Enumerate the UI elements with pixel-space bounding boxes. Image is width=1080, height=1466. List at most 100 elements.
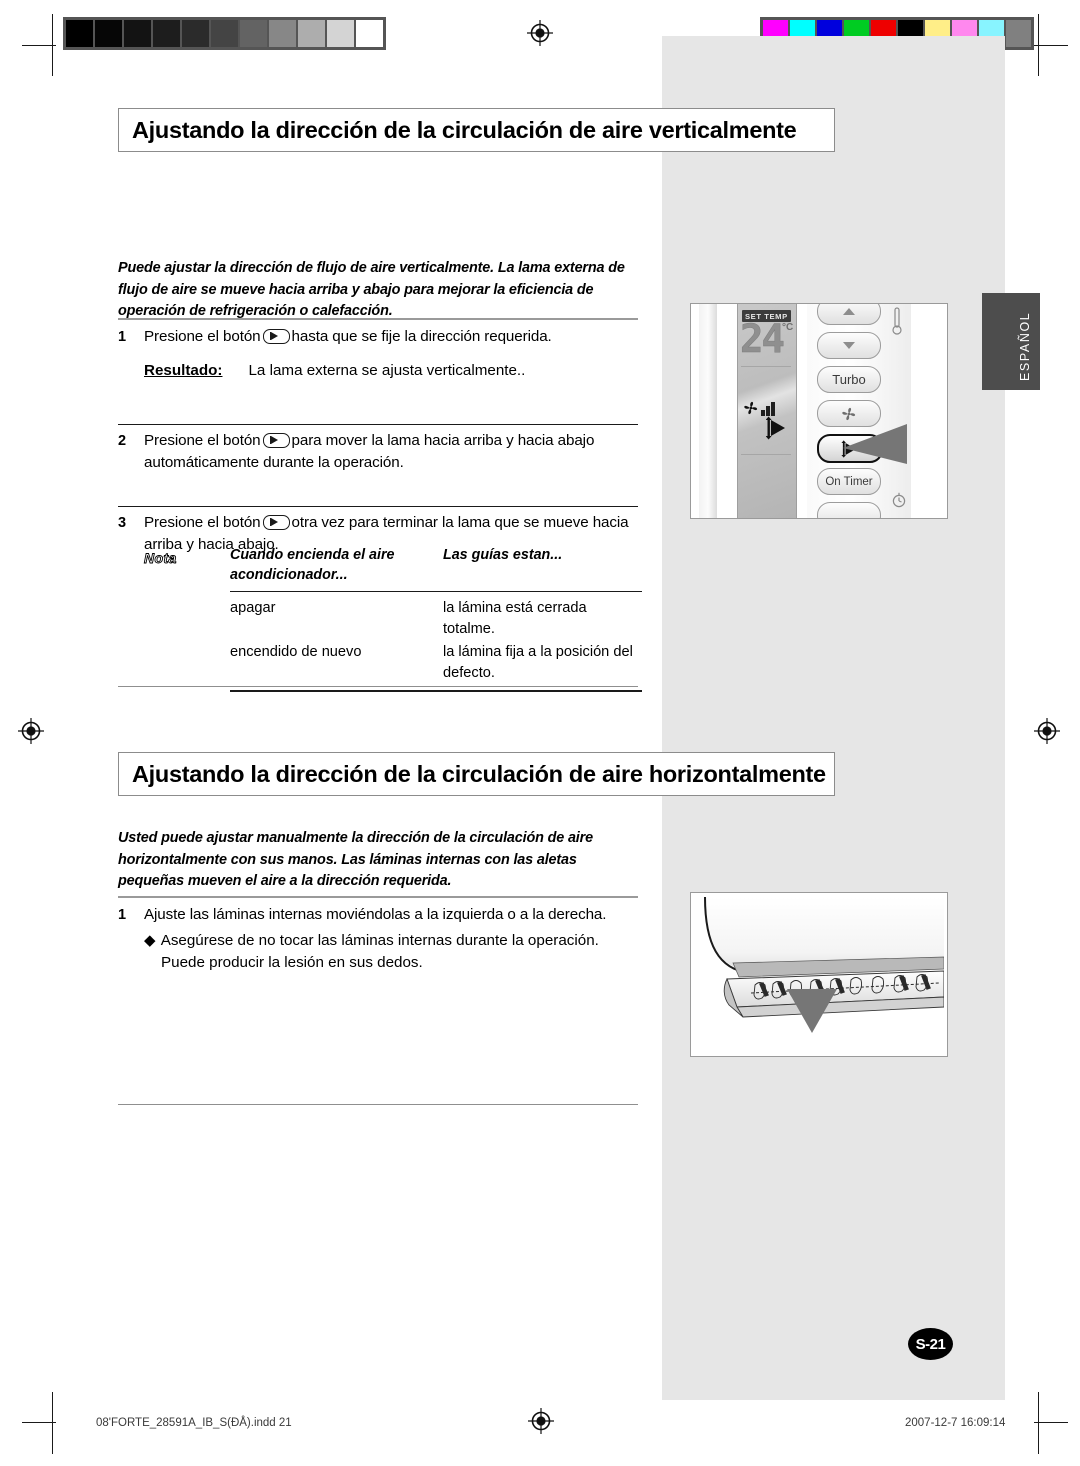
step-1-horizontal-number: 1 [118, 907, 127, 923]
remote-turbo-label: Turbo [832, 372, 866, 387]
step-1-text: Presione el botón hasta que se fije la di… [144, 326, 643, 348]
airflow-button-icon [262, 433, 290, 448]
footer-filename: 08'FORTE_28591A_IB_S(ĐÅ).indd 21 [96, 1417, 292, 1429]
lcd-temperature-value: 24 [740, 317, 785, 362]
grayscale-patch [240, 20, 267, 47]
step-2-vertical: 2 Presione el botón para mover la lama ha… [118, 430, 643, 474]
clock-icon [891, 492, 907, 513]
divider-bottom [118, 1104, 638, 1105]
divider-section-end [118, 686, 638, 687]
lcd-airflow-symbol [765, 416, 788, 445]
lcd-divider-bottom [741, 454, 791, 455]
step-3-text-after: otra vez para terminar la lama que se mu… [291, 514, 629, 531]
note-row-1-condition: encendido de nuevo [230, 644, 362, 661]
language-tab-label: ESPAÑOL [1018, 311, 1032, 381]
step-3-text-before: Presione el botón [144, 514, 261, 531]
lcd-temperature-unit: °C [782, 322, 794, 333]
indoor-unit-illustration [690, 892, 948, 1057]
section-title-vertical-text: Ajustando la dirección de la circulación… [132, 116, 797, 143]
grayscale-patch [269, 20, 296, 47]
grayscale-patch [153, 20, 180, 47]
remote-lcd-display: SET TEMP 24 °C [737, 304, 797, 518]
registration-mark-right [1034, 718, 1060, 744]
registration-mark-top [527, 20, 553, 46]
warning-bullet: ◆ Asegúrese de no tocar las láminas inter… [144, 930, 644, 974]
lcd-divider-top [741, 366, 791, 367]
note-header-result: Las guías estan... [443, 547, 563, 563]
footer-timestamp: 2007-12-7 16:09:14 [905, 1417, 1006, 1429]
lcd-fan-indicator [743, 400, 776, 416]
crop-mark-right-bottom [1038, 1392, 1039, 1454]
step-1-horizontal: 1 Ajuste las láminas internas moviéndola… [118, 904, 643, 926]
diamond-bullet-icon: ◆ [144, 932, 156, 949]
step-2-number: 2 [118, 433, 127, 449]
remote-extra-button[interactable] [817, 502, 881, 518]
crop-mark-bottom-right [1034, 1422, 1068, 1423]
triangle-up-icon [843, 308, 855, 315]
note-row-0-result: la lámina está cerrada totalme. [443, 600, 587, 638]
step-1-result: Resultado: La lama externa se ajusta ver… [144, 360, 525, 382]
grayscale-patch [327, 20, 354, 47]
indoor-unit-drawing [704, 896, 944, 1033]
crop-mark-top-right [1034, 45, 1068, 46]
result-label: Resultado: [144, 362, 223, 379]
divider-step-2 [118, 424, 638, 426]
airflow-button-icon [262, 329, 290, 344]
note-row-1-result: la lámina fija a la posición del defecto… [443, 644, 633, 682]
note-header-condition: Cuando encienda el aire acondicionador..… [230, 547, 395, 583]
fan-icon [744, 401, 758, 415]
remote-left-edge [699, 304, 717, 518]
note-table-rule-bottom [230, 690, 642, 692]
fan-icon [842, 407, 856, 420]
divider-intro-horizontal [118, 896, 638, 898]
step-2-line2: automáticamente durante la operación. [144, 454, 404, 471]
section-title-horizontal-text: Ajustando la dirección de la circulación… [132, 760, 826, 787]
divider-step-3 [118, 506, 638, 508]
step-1-horizontal-text: Ajuste las láminas internas moviéndolas … [144, 906, 607, 923]
step-3-number: 3 [118, 515, 127, 531]
page-number-text: S-21 [915, 1335, 946, 1353]
grayscale-control-strip [63, 17, 386, 50]
section-intro-horizontal: Usted puede ajustar manualmente la direc… [118, 830, 593, 889]
section-intro-vertical: Puede ajustar la dirección de flujo de a… [118, 260, 625, 319]
grayscale-patch [211, 20, 238, 47]
step-2-text: Presione el botón para mover la lama haci… [144, 430, 643, 474]
grayscale-patch [298, 20, 325, 47]
note-table: Cuando encienda el aire acondicionador..… [230, 545, 642, 692]
right-gray-panel [662, 36, 1005, 1400]
page-canvas: ESPAÑOL Ajustando la dirección de la cir… [0, 0, 1080, 1466]
registration-mark-bottom [528, 1408, 554, 1434]
airflow-button-icon [262, 515, 290, 530]
remote-turbo-button[interactable]: Turbo [817, 366, 881, 393]
remote-button-panel: Turbo On Timer [807, 304, 911, 518]
divider-intro-vertical [118, 318, 638, 320]
crop-mark-bottom-left [22, 1422, 56, 1423]
section-title-horizontal: Ajustando la dirección de la circulación… [118, 752, 835, 796]
fan-speed-bars [761, 402, 776, 416]
grayscale-patch [124, 20, 151, 47]
thermometer-icon [891, 306, 903, 341]
step-2-text-before: Presione el botón [144, 432, 261, 449]
step-1-number: 1 [118, 329, 127, 345]
color-patch [1006, 20, 1031, 47]
section-title-vertical: Ajustando la dirección de la circulación… [118, 108, 835, 152]
step-1-text-after: hasta que se fije la dirección requerida… [291, 328, 552, 345]
grayscale-patch [356, 20, 383, 47]
note-row-0-condition: apagar [230, 600, 276, 617]
remote-body: SET TEMP 24 °C Turbo On Timer [691, 304, 947, 518]
remote-control-illustration: SET TEMP 24 °C Turbo On Timer [690, 303, 948, 519]
remote-temp-up-button[interactable] [817, 304, 881, 325]
page-number-badge: S-21 [908, 1328, 953, 1360]
step-1-text-before: Presione el botón [144, 328, 261, 345]
crop-mark-left-bottom [52, 1392, 53, 1454]
grayscale-patch [66, 20, 93, 47]
grayscale-patch [182, 20, 209, 47]
grayscale-patch [95, 20, 122, 47]
step-1-vertical: 1 Presione el botón hasta que se fije la … [118, 326, 643, 348]
step-2-text-after: para mover la lama hacia arriba y hacia … [291, 432, 595, 449]
triangle-down-icon [843, 342, 855, 349]
remote-temp-down-button[interactable] [817, 332, 881, 359]
note-label: Nota [144, 550, 177, 567]
note-table-row: apagar la lámina está cerrada totalme. [230, 592, 642, 640]
note-table-header-row: Cuando encienda el aire acondicionador..… [230, 545, 642, 585]
